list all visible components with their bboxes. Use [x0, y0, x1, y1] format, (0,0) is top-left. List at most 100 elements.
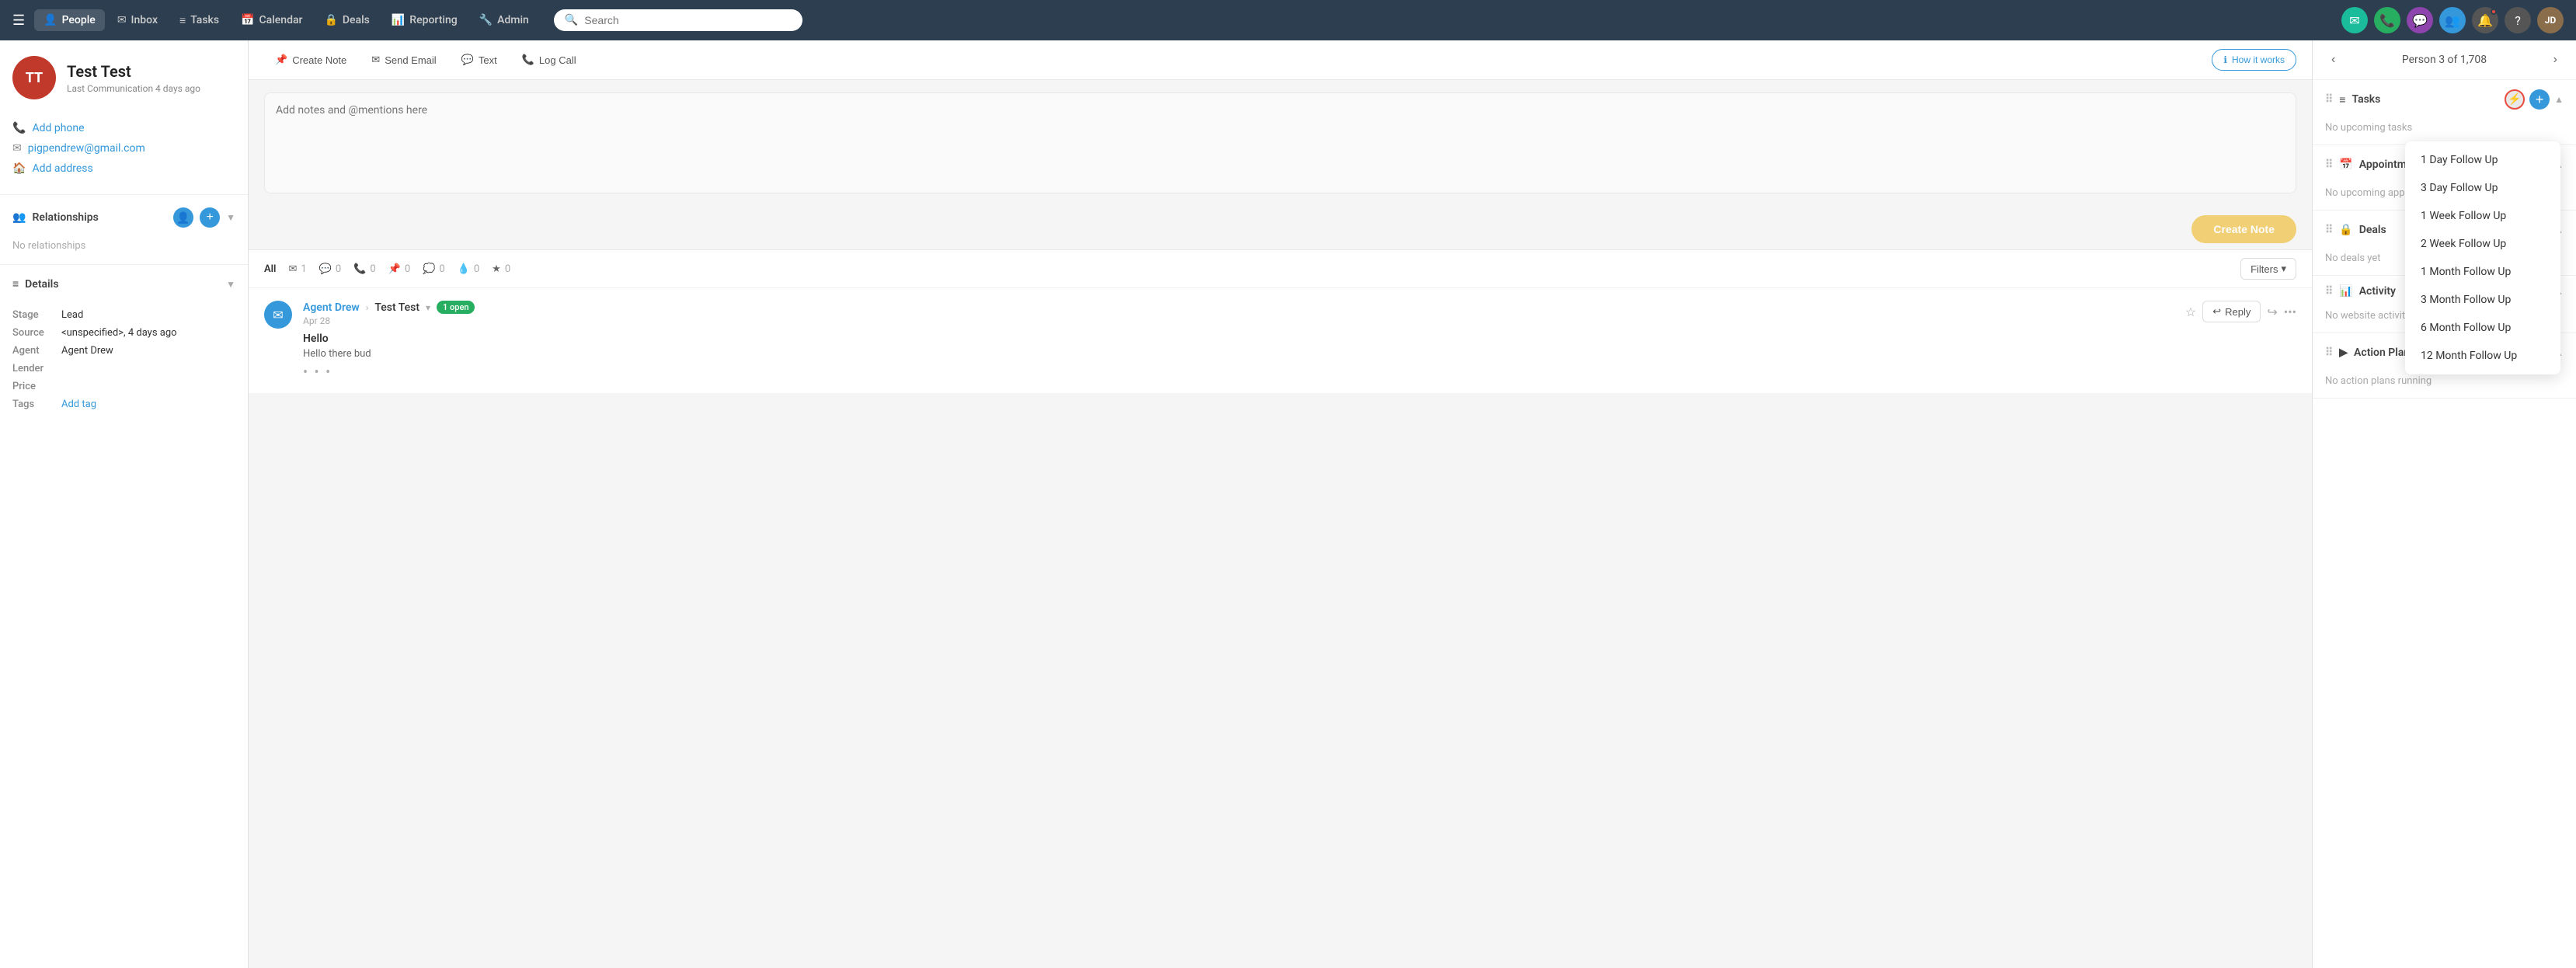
dropdown-item-1month[interactable]: 1 Month Follow Up [2405, 258, 2560, 286]
nav-item-admin[interactable]: 🔧 Admin [470, 9, 538, 31]
calendar-icon: 📅 [241, 14, 254, 26]
add-phone-item[interactable]: 📞 Add phone [12, 118, 235, 138]
add-address-item[interactable]: 🏠 Add address [12, 158, 235, 179]
log-call-icon: 📞 [522, 54, 534, 66]
relationships-header[interactable]: 👥 Relationships 👤 + ▼ [0, 198, 248, 237]
submit-create-note-btn[interactable]: Create Note [2191, 215, 2296, 243]
source-value: <unspecified>, 4 days ago [61, 327, 177, 339]
star-icon[interactable]: ☆ [2185, 305, 2196, 319]
filter-msg[interactable]: 💭 0 [423, 263, 445, 275]
app-logo[interactable]: ☰ [12, 12, 25, 29]
phone-icon-btn[interactable]: 📞 [2374, 7, 2400, 33]
action-plans-title-block: ⠿ ▶ Action Plans [2325, 346, 2415, 359]
avatar-initials: JD [2545, 15, 2557, 26]
relationships-add-btn[interactable]: + [200, 207, 220, 228]
feed-more-icon[interactable]: • • • [303, 364, 2174, 381]
notification-dot [2491, 9, 2497, 15]
details-icon: ≡ [12, 277, 19, 291]
deals-title-block: ⠿ 🔒 Deals [2325, 224, 2386, 236]
tasks-section-header[interactable]: ⠿ ≡ Tasks ⚡ + ▲ [2313, 80, 2576, 119]
email-item[interactable]: ✉ pigpendrew@gmail.com [12, 138, 235, 158]
send-email-btn[interactable]: ✉ Send Email [360, 48, 447, 71]
dropdown-item-2week[interactable]: 2 Week Follow Up [2405, 230, 2560, 258]
filter-email[interactable]: ✉ 1 [288, 263, 306, 275]
stage-label: Stage [12, 309, 55, 321]
filters-chevron-icon: ▾ [2281, 263, 2286, 275]
email-label: pigpendrew@gmail.com [28, 142, 145, 155]
deals-title: Deals [2359, 224, 2386, 236]
nav-label-admin: Admin [497, 14, 529, 26]
agent-label: Agent [12, 345, 55, 357]
prev-person-btn[interactable]: ‹ [2325, 50, 2341, 70]
dropdown-item-6month[interactable]: 6 Month Follow Up [2405, 314, 2560, 342]
contact-header: TT Test Test Last Communication 4 days a… [0, 40, 248, 115]
feed-dropdown-icon[interactable]: ▾ [426, 302, 430, 313]
user-avatar[interactable]: JD [2537, 7, 2564, 33]
chat-icon-btn[interactable]: 💬 [2407, 7, 2433, 33]
how-it-works-label: How it works [2232, 54, 2285, 65]
log-call-btn[interactable]: 📞 Log Call [511, 48, 587, 71]
dropdown-item-12month[interactable]: 12 Month Follow Up [2405, 342, 2560, 370]
topnav-right-icons: ✉ 📞 💬 👥 🔔 ? JD [2341, 7, 2564, 33]
tasks-no-data: No upcoming tasks [2325, 122, 2564, 134]
contact-info-section: 📞 Add phone ✉ pigpendrew@gmail.com 🏠 Add… [0, 115, 248, 191]
filter-pin[interactable]: 📌 0 [388, 263, 411, 275]
person-counter: Person 3 of 1,708 [2402, 54, 2487, 66]
dropdown-item-3day[interactable]: 3 Day Follow Up [2405, 174, 2560, 202]
nav-label-tasks: Tasks [190, 14, 219, 26]
info-icon: ℹ [2223, 54, 2227, 65]
detail-tags: Tags Add tag [12, 395, 235, 413]
filter-star-icon: ★ [492, 263, 501, 275]
feed-subject: Hello [303, 333, 2174, 345]
feed-body: Hello there bud [303, 348, 2174, 360]
contact-name: Test Test [67, 62, 200, 81]
create-note-btn[interactable]: 📌 Create Note [264, 48, 357, 71]
log-call-label: Log Call [539, 54, 576, 66]
more-icon[interactable]: ••• [2284, 305, 2296, 319]
dropdown-item-3month[interactable]: 3 Month Follow Up [2405, 286, 2560, 314]
main-layout: TT Test Test Last Communication 4 days a… [0, 40, 2576, 968]
phone-icon: 📞 [12, 122, 26, 134]
feed-agent-name[interactable]: Agent Drew [303, 301, 360, 314]
nav-item-reporting[interactable]: 📊 Reporting [382, 9, 467, 31]
search-bar[interactable]: 🔍 [554, 9, 802, 31]
filter-drop[interactable]: 💧 0 [458, 263, 480, 275]
note-textarea[interactable] [264, 92, 2296, 193]
nav-item-calendar[interactable]: 📅 Calendar [231, 9, 312, 31]
filters-btn[interactable]: Filters ▾ [2240, 258, 2296, 280]
filter-text[interactable]: 💬 0 [319, 263, 342, 275]
filter-star[interactable]: ★ 0 [492, 263, 510, 275]
dropdown-item-1day[interactable]: 1 Day Follow Up [2405, 146, 2560, 174]
search-input[interactable] [584, 14, 792, 26]
bell-icon-btn[interactable]: 🔔 [2472, 7, 2498, 33]
contact-info-block: Test Test Last Communication 4 days ago [67, 62, 200, 94]
tasks-drag-icon: ⠿ [2325, 93, 2333, 106]
nav-item-tasks[interactable]: ≡ Tasks [170, 9, 228, 32]
activity-title-block: ⠿ 📊 Activity [2325, 285, 2396, 298]
email-icon-btn[interactable]: ✉ [2341, 7, 2368, 33]
relationships-actions: 👤 + ▼ [173, 207, 235, 228]
task-add-btn[interactable]: + [2529, 89, 2550, 110]
relationships-person-btn[interactable]: 👤 [173, 207, 193, 228]
details-chevron: ▼ [226, 279, 235, 290]
how-it-works-btn[interactable]: ℹ How it works [2212, 49, 2296, 71]
help-icon-btn[interactable]: ? [2505, 7, 2531, 33]
reply-btn[interactable]: ↩ Reply [2202, 301, 2261, 322]
task-quick-add-btn[interactable]: ⚡ [2505, 89, 2525, 110]
forward-icon[interactable]: ↪ [2267, 305, 2277, 319]
dropdown-item-1week[interactable]: 1 Week Follow Up [2405, 202, 2560, 230]
details-header[interactable]: ≡ Details ▼ [0, 268, 248, 300]
next-person-btn[interactable]: › [2547, 50, 2564, 70]
filter-all[interactable]: All [264, 263, 276, 275]
nav-item-people[interactable]: 👤 People [34, 9, 105, 31]
filter-call[interactable]: 📞 0 [353, 263, 376, 275]
add-phone-label: Add phone [32, 122, 84, 134]
contacts-icon-btn[interactable]: 👥 [2439, 7, 2466, 33]
filter-msg-count: 0 [439, 263, 444, 275]
relationships-body: No relationships [0, 237, 248, 261]
nav-item-inbox[interactable]: ✉ Inbox [108, 9, 167, 31]
admin-icon: 🔧 [479, 14, 493, 26]
text-btn[interactable]: 💬 Text [451, 48, 508, 71]
add-tag-link[interactable]: Add tag [61, 399, 96, 410]
nav-item-deals[interactable]: 🔒 Deals [315, 9, 378, 31]
